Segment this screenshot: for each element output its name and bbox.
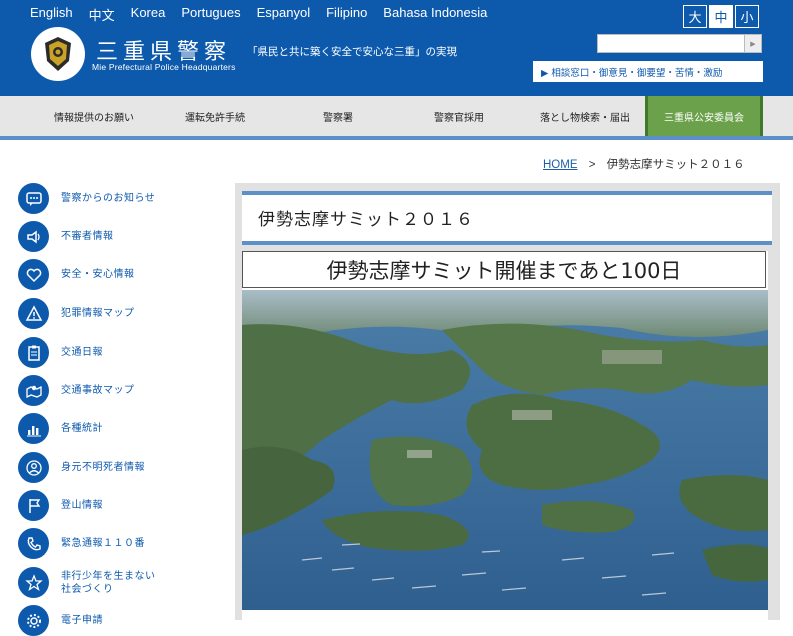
global-nav: 情報提供のお願い 運転免許手続 警察署 警察官採用 落とし物検索・届出 三重県公… [0,96,793,140]
sidebar-item-label: 警察からのお知らせ [61,193,156,204]
phone-icon [18,528,49,559]
page-title-box: 伊勢志摩サミット２０１６ [242,191,772,245]
breadcrumb-current: 伊勢志摩サミット２０１６ [606,159,745,171]
breadcrumb-separator: > [588,159,596,171]
sidebar-item-unidentified-deceased[interactable]: 身元不明死者情報 [18,452,145,483]
sidebar-item-notices[interactable]: 警察からのお知らせ [18,183,155,214]
site-header: English 中文 Korea Portugues Espanyol Fili… [0,0,793,96]
sidebar-item-label: 安全・安心情報 [61,269,135,280]
sidebar-item-emergency-110[interactable]: 緊急通報１１０番 [18,528,145,559]
sidebar-item-crime-map[interactable]: 犯罪情報マップ [18,298,135,329]
site-subtitle: Mie Prefectural Police Headquarters [92,62,236,72]
font-size-large-button[interactable]: 大 [683,5,707,28]
heart-icon [18,259,49,290]
lang-filipino[interactable]: Filipino [326,5,367,24]
nav-item-lost-found[interactable]: 落とし物検索・届出 [512,96,658,136]
police-emblem-logo[interactable] [31,27,85,81]
sidebar-item-label: 交通事故マップ [61,385,135,396]
lang-korean[interactable]: Korea [131,5,166,24]
nav-item-recruit[interactable]: 警察官採用 [386,96,532,136]
sidebar-item-mountain-info[interactable]: 登山情報 [18,490,103,521]
font-size-switcher: 大 中 小 [683,5,759,28]
sidebar-item-label: 犯罪情報マップ [61,308,135,319]
language-bar: English 中文 Korea Portugues Espanyol Fili… [30,5,503,24]
sidebar-item-statistics[interactable]: 各種統計 [18,413,103,444]
warning-icon [18,298,49,329]
breadcrumb-home-link[interactable]: HOME [543,159,578,171]
lang-portuguese[interactable]: Portugues [181,5,240,24]
sidebar-item-label: 各種統計 [61,423,103,434]
gear-icon [18,605,49,636]
sidebar-item-accident-map[interactable]: 交通事故マップ [18,375,135,406]
clipboard-icon [18,337,49,368]
sidebar-item-label: 登山情報 [61,500,103,511]
contact-button[interactable]: ▶ 相談窓口・御意見・御要望・苦情・激励 [533,61,763,82]
star-icon [18,567,49,598]
sidebar-item-label: 非行少年を生まない 社会づくり [61,570,156,595]
sidebar-item-label: 電子申請 [61,615,103,626]
police-emblem-icon [45,37,71,71]
main-content: 伊勢志摩サミット２０１６ 伊勢志摩サミット開催まであと100日 [235,183,780,620]
sidebar-item-suspicious-person[interactable]: 不審者情報 [18,221,114,252]
sidebar-item-label: 緊急通報１１０番 [61,538,145,549]
search-input[interactable] [597,34,762,53]
lang-english[interactable]: English [30,5,73,24]
nav-item-public-safety-commission[interactable]: 三重県公安委員会 [645,96,763,136]
lang-indonesian[interactable]: Bahasa Indonesia [383,5,487,24]
lang-spanish[interactable]: Espanyol [257,5,310,24]
person-icon [18,452,49,483]
lang-chinese[interactable]: 中文 [89,5,115,24]
search-button[interactable]: ▶ [744,34,762,53]
sidebar-item-label: 身元不明死者情報 [61,462,145,473]
aerial-bay-photo [242,290,768,610]
sidebar-item-traffic-daily[interactable]: 交通日報 [18,337,103,368]
article: 伊勢志摩サミット開催まであと100日 [242,251,768,620]
font-size-medium-button[interactable]: 中 [709,5,733,28]
megaphone-icon [18,221,49,252]
article-headline: 伊勢志摩サミット開催まであと100日 [242,251,766,288]
breadcrumb: HOME > 伊勢志摩サミット２０１６ [543,156,745,172]
sidebar-item-label: 交通日報 [61,347,103,358]
sidebar-item-safety-info[interactable]: 安全・安心情報 [18,259,135,290]
sidebar-item-label: 不審者情報 [61,231,114,242]
map-pin-icon [18,375,49,406]
page-title: 伊勢志摩サミット２０１６ [258,210,474,230]
site-slogan: 「県民と共に築く安全で安心な三重」の実現 [247,46,457,58]
triangle-right-icon: ▶ [750,39,756,48]
sidebar-item-juvenile[interactable]: 非行少年を生まない 社会づくり [18,567,156,598]
bar-chart-icon [18,413,49,444]
flag-icon [18,490,49,521]
sidebar-item-e-application[interactable]: 電子申請 [18,605,103,636]
speech-bubble-icon [18,183,49,214]
font-size-small-button[interactable]: 小 [735,5,759,28]
